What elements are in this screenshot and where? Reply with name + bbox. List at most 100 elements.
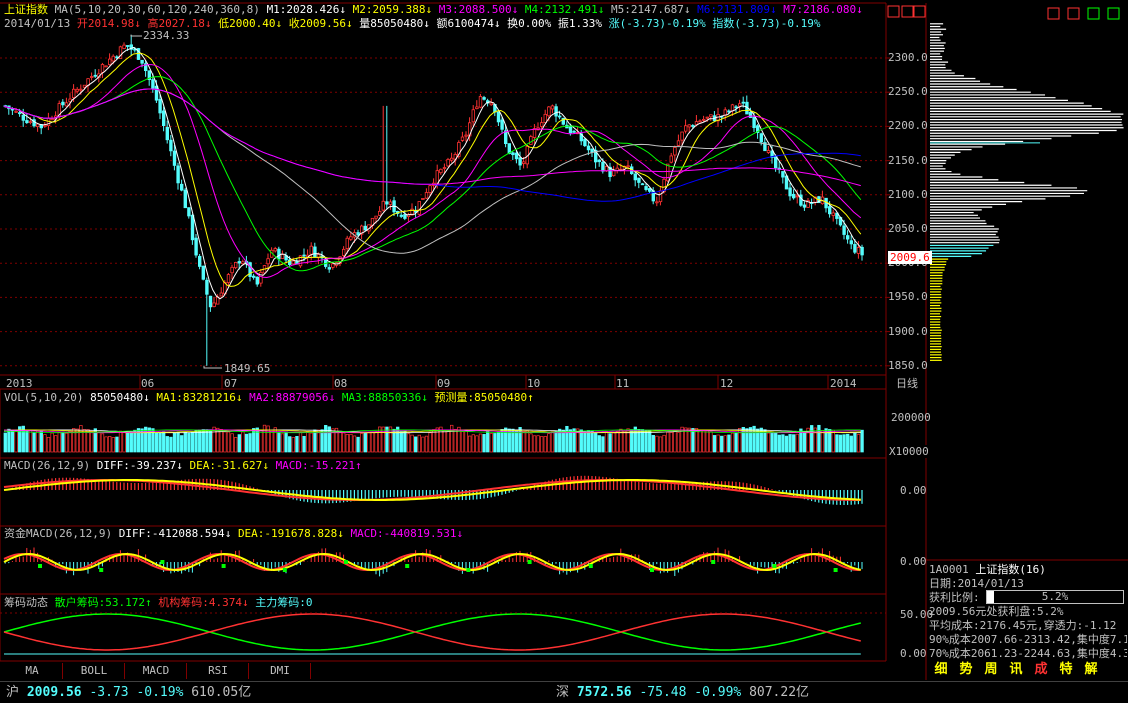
candle-body (377, 210, 382, 216)
volume-bar (349, 433, 353, 453)
quote-volume: 量85050480 (359, 17, 424, 30)
ma20-line (3, 64, 862, 279)
volume-bar (543, 436, 547, 453)
side-tab[interactable]: 特 (1055, 661, 1077, 679)
volume-bar (104, 436, 108, 453)
candle-body (277, 248, 281, 260)
close-icon[interactable] (913, 5, 926, 18)
volume-bar (115, 436, 119, 453)
macd-axis-zero: 0.00 (900, 484, 927, 497)
date-axis-label: 11 (616, 377, 630, 390)
side-tab[interactable]: 周 (980, 661, 1002, 679)
macd-items: DIFF:-39.237↓ DEA:-31.627↓ MACD:-15.221↑ (97, 459, 362, 472)
tools-icon[interactable] (1107, 7, 1120, 20)
candle-body (482, 97, 486, 100)
fund-macd-marker (711, 560, 716, 564)
indicator-tab-rsi[interactable]: RSI (188, 663, 249, 679)
candle-body (640, 183, 645, 186)
chip-value-item: 机构筹码:4.374 (158, 596, 242, 609)
indicator-tab-boll[interactable]: BOLL (64, 663, 125, 679)
candle-body (363, 225, 367, 231)
ma-value-item: M1:2028.426 (266, 3, 340, 16)
volume-bar (162, 431, 166, 453)
volume-bar (601, 436, 605, 453)
flag-icon[interactable] (1067, 7, 1080, 20)
candle-body (331, 263, 335, 268)
volume-bar (435, 427, 439, 453)
restore-icon[interactable] (901, 5, 914, 18)
macd-value-item: DEA:-31.627 (189, 459, 263, 472)
candle-body (251, 275, 256, 278)
fund-macd-value-item: DEA:-191678.828 (237, 527, 338, 540)
volume-bar (810, 425, 814, 453)
status-sz[interactable]: 深 7572.56 -75.48 -0.99% 807.22亿 (556, 683, 809, 703)
price-axis-label: 1850.0 (888, 358, 928, 372)
fund-macd-marker (160, 560, 165, 564)
volume-bar (774, 432, 778, 453)
volume-bar (597, 435, 601, 453)
candle-body (93, 74, 97, 77)
side-tab[interactable]: 成 (1030, 661, 1052, 679)
fund-macd-value-arrow: ↓ (224, 527, 232, 540)
candle-body (122, 44, 126, 49)
candle-body (14, 110, 18, 113)
volume-bar (313, 429, 317, 453)
side-tab[interactable]: 势 (955, 661, 977, 679)
period-button[interactable]: 日线 (896, 377, 918, 390)
volume-bar (608, 433, 612, 453)
volume-bar (770, 432, 774, 453)
volume-bar (723, 435, 727, 453)
pin-icon[interactable] (887, 5, 900, 18)
header-line2: 2014/01/13 开2014.98↓ 高2027.18↓ 低2000.40↓… (4, 17, 820, 30)
fund-macd-axis-zero: 0.00 (900, 555, 927, 568)
volume-bar (345, 434, 349, 453)
price-axis-label: 1900.0 (888, 324, 928, 338)
side-tab[interactable]: 讯 (1005, 661, 1027, 679)
side-tab[interactable]: 解 (1080, 661, 1102, 679)
status-sh[interactable]: 沪 2009.56 -3.73 -0.19% 610.05亿 (6, 683, 251, 703)
volume-bar (666, 431, 670, 453)
volume-bar (79, 425, 83, 453)
candle-body (439, 168, 443, 174)
indicator-tab-ma[interactable]: MA (2, 663, 63, 679)
candle-body (633, 173, 637, 181)
header-line1: 上证指数 MA(5,10,20,30,60,120,240,360,8) M1:… (4, 3, 863, 16)
low-annotation: 1849.65 (224, 362, 271, 375)
volume-bar (154, 432, 159, 453)
candle-body (687, 124, 691, 128)
date-axis-label: 07 (224, 377, 238, 390)
volume-bar (36, 431, 40, 453)
volume-bar (399, 431, 403, 453)
candle-body (586, 145, 591, 151)
volume-bar (410, 434, 414, 453)
arrow-icon[interactable] (1087, 7, 1100, 20)
volume-bar (381, 426, 385, 453)
volume-bar (514, 429, 519, 453)
indicator-tab-dmi[interactable]: DMI (250, 663, 311, 679)
candle-body (158, 98, 162, 114)
candle-body (583, 138, 587, 147)
side-profit-value: 5.2% (1041, 590, 1069, 603)
window-icon[interactable] (1047, 7, 1060, 20)
date-axis-label: 12 (720, 377, 734, 390)
volume-bar (856, 434, 861, 453)
candle-body (442, 167, 447, 169)
current-price-tag: 2009.6 (888, 251, 932, 264)
institution-chip-line (3, 613, 861, 651)
volume-bar (64, 432, 69, 453)
volume-bar (309, 432, 313, 453)
quote-open: 开2014.98 (76, 17, 135, 30)
candle-body (666, 163, 670, 182)
ma-value-item: M5:2147.687 (611, 3, 684, 16)
volume-bar (100, 433, 105, 453)
indicator-tab-macd[interactable]: MACD (126, 663, 187, 679)
candle-body (478, 96, 483, 108)
volume-bar (68, 430, 72, 453)
volume-bar (57, 431, 61, 453)
volume-bar (612, 432, 616, 453)
ma-value-arrow: ↓ (856, 3, 863, 16)
volume-bar (802, 431, 807, 453)
volume-bar (50, 432, 54, 453)
side-tab[interactable]: 细 (930, 661, 952, 679)
volume-bar (540, 436, 544, 453)
